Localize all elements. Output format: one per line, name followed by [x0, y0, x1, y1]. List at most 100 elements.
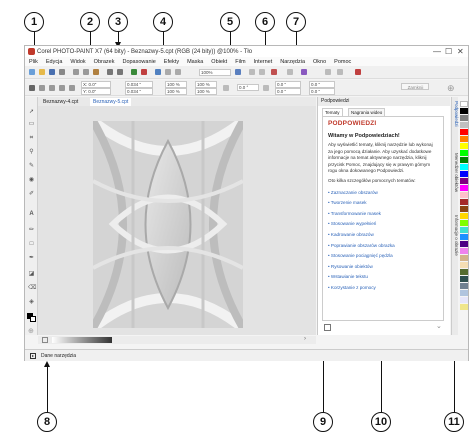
scale-y-field-2[interactable]: 100 %	[195, 88, 217, 95]
menu-view[interactable]: Widok	[70, 59, 85, 65]
scroll-right-icon[interactable]: ›	[304, 336, 306, 342]
background-color-swatch[interactable]	[30, 316, 36, 322]
crop-tool[interactable]: ⌗	[28, 135, 35, 142]
menu-movie[interactable]: Film	[235, 59, 245, 65]
hint-link[interactable]: • Wstawianie tekstu	[328, 274, 438, 279]
hint-link[interactable]: • Tworzenie masek	[328, 200, 438, 205]
x-position-field[interactable]: X: 0.0"	[81, 81, 111, 88]
tab-beznazwy-5[interactable]: Beznazwy-5.cpt	[90, 98, 132, 106]
minimize-button[interactable]: —	[433, 47, 441, 56]
hint-link[interactable]: • Stosowanie wypełnień	[328, 221, 438, 226]
palette-swatch[interactable]	[460, 227, 468, 233]
export-icon[interactable]	[141, 69, 147, 75]
mask-tool-icon[interactable]	[165, 69, 171, 75]
palette-options-icon[interactable]	[42, 337, 48, 343]
grayscale-ramp[interactable]	[52, 337, 112, 343]
tab-videos[interactable]: Nagrania wideo	[348, 108, 386, 116]
palette-swatch[interactable]	[460, 185, 468, 191]
menu-help[interactable]: Pomoc	[334, 59, 351, 65]
palette-swatch[interactable]	[460, 220, 468, 226]
zoom-select[interactable]: 100%	[199, 69, 231, 76]
color-icon[interactable]	[301, 69, 307, 75]
image-canvas[interactable]	[93, 121, 243, 328]
palette-swatch[interactable]	[460, 108, 468, 114]
palette-swatch[interactable]	[460, 241, 468, 247]
y-position-field[interactable]: Y: 0.0"	[81, 88, 111, 95]
palette-swatch[interactable]	[460, 164, 468, 170]
palette-swatch[interactable]	[460, 199, 468, 205]
import-icon[interactable]	[131, 69, 137, 75]
options-icon[interactable]	[355, 69, 361, 75]
hint-link[interactable]: • Korzystanie z pomocy	[328, 285, 438, 290]
pick-tool-icon[interactable]	[29, 85, 35, 91]
palette-swatch[interactable]	[460, 157, 468, 163]
launch-icon[interactable]	[155, 69, 161, 75]
fill-tool[interactable]: ◈	[28, 299, 35, 306]
palette-swatch[interactable]	[460, 262, 468, 268]
hint-link[interactable]: • Stosowanie pociągnięć pędzla	[328, 253, 438, 258]
rectangle-tool[interactable]: □	[28, 241, 35, 248]
layout2-icon[interactable]	[337, 69, 343, 75]
menu-effects[interactable]: Efekty	[164, 59, 179, 65]
palette-swatch[interactable]	[460, 150, 468, 156]
hint-link[interactable]: • Rysowanie obiektów	[328, 264, 438, 269]
undo-icon[interactable]	[107, 69, 113, 75]
maximize-button[interactable]: ☐	[445, 47, 452, 56]
grid-icon[interactable]	[249, 69, 255, 75]
rotate-icon[interactable]	[39, 85, 45, 91]
save-icon[interactable]	[49, 69, 55, 75]
palette-swatch[interactable]	[460, 129, 468, 135]
object-tool-icon[interactable]	[175, 69, 181, 75]
open-icon[interactable]	[39, 69, 45, 75]
new-icon[interactable]	[29, 69, 35, 75]
palette-swatch[interactable]	[460, 269, 468, 275]
skew-y-field[interactable]: 0.0 "	[309, 88, 335, 95]
mask-rect-tool[interactable]: ▭	[28, 121, 35, 128]
eraser-tool[interactable]: ⌫	[28, 285, 36, 292]
copy-icon[interactable]	[83, 69, 89, 75]
palette-swatch[interactable]	[460, 213, 468, 219]
menu-web[interactable]: Internet	[254, 59, 273, 65]
tool-info-icon[interactable]: ▸	[30, 353, 36, 359]
palette-swatch[interactable]	[460, 192, 468, 198]
skew-x-field[interactable]: 0.0 "	[309, 81, 335, 88]
palette-swatch[interactable]	[460, 290, 468, 296]
height-field[interactable]: 0.034 "	[125, 88, 153, 95]
palette-swatch[interactable]	[460, 206, 468, 212]
palette-swatch[interactable]	[460, 143, 468, 149]
tab-beznazwy-4[interactable]: Beznazwy-4.cpt	[40, 98, 81, 106]
menu-file[interactable]: Plik	[29, 59, 38, 65]
palette-swatch[interactable]	[460, 122, 468, 128]
hint-link[interactable]: • Transformowanie masek	[328, 211, 438, 216]
pick-tool[interactable]: ➚	[28, 109, 35, 116]
palette-swatch[interactable]	[460, 304, 468, 310]
palette-swatch[interactable]	[460, 234, 468, 240]
flip-icon[interactable]	[263, 85, 269, 91]
text-tool[interactable]: A	[28, 211, 35, 218]
layout-icon[interactable]	[325, 69, 331, 75]
side-tab-hints[interactable]: Podpowiedzi	[452, 101, 459, 127]
redo-icon[interactable]	[117, 69, 123, 75]
hints-scroll-icon[interactable]: ⌄	[436, 322, 442, 330]
menu-adjust[interactable]: Dopasowanie	[122, 59, 155, 65]
menu-edit[interactable]: Edycja	[46, 59, 63, 65]
view-icon[interactable]	[287, 69, 293, 75]
menu-image[interactable]: Obrazek	[94, 59, 115, 65]
hint-link[interactable]: • Kadrowanie obrazów	[328, 232, 438, 237]
angle-field[interactable]: 0.0 °	[237, 84, 259, 91]
palette-swatch[interactable]	[460, 115, 468, 121]
side-tab-image-info[interactable]: Informacje o obrazie	[452, 215, 459, 256]
hint-link[interactable]: • Poprawianie obszarów obrazka	[328, 243, 438, 248]
palette-swatch[interactable]	[460, 178, 468, 184]
tab-topics[interactable]: Tematy	[322, 108, 343, 116]
add-icon[interactable]: ⊕	[447, 83, 455, 94]
red-eye-tool[interactable]: ◉	[28, 177, 35, 184]
menu-window[interactable]: Okno	[313, 59, 326, 65]
palette-swatch[interactable]	[460, 248, 468, 254]
palette-swatch[interactable]	[460, 101, 468, 107]
effect-tool[interactable]: ◪	[28, 271, 35, 278]
palette-swatch[interactable]	[460, 276, 468, 282]
palette-swatch[interactable]	[460, 171, 468, 177]
snap-icon[interactable]	[271, 69, 277, 75]
side-tab-objects[interactable]: Menedżer obiektów	[452, 153, 459, 192]
